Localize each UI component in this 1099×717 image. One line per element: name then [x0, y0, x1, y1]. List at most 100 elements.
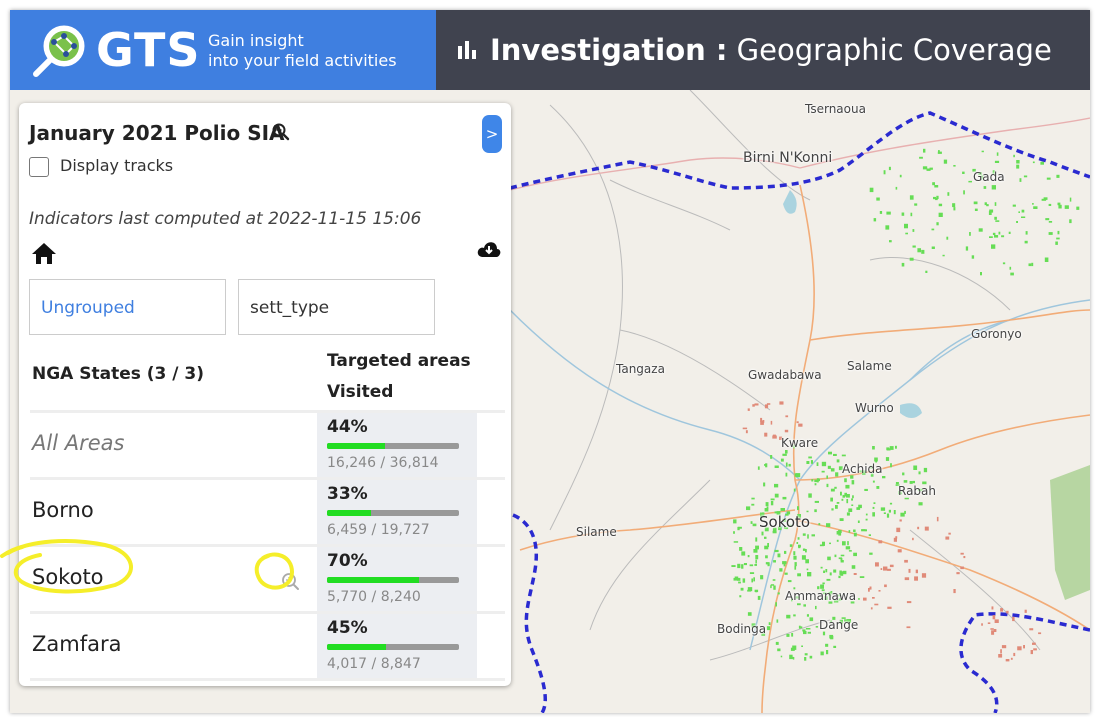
map-label-sokoto: Sokoto	[759, 513, 811, 531]
column-header-states[interactable]: NGA States (3 / 3)	[32, 364, 204, 384]
settlement-dot	[886, 513, 890, 518]
settlement-dot	[848, 550, 852, 552]
settlement-dot	[923, 467, 928, 473]
grouping-option-ungrouped[interactable]: Ungrouped	[29, 279, 226, 335]
settlement-dot	[808, 456, 812, 459]
settlement-dot	[802, 548, 806, 551]
settlement-dot	[746, 506, 751, 511]
settlement-dot	[845, 494, 850, 498]
settlement-dot	[932, 182, 935, 186]
settlement-dot	[875, 562, 879, 567]
settlement-dot	[1008, 231, 1011, 234]
table-row-sokoto[interactable]: Sokoto 70% 5,770 / 8,240	[30, 547, 505, 614]
settlement-dot	[962, 171, 965, 174]
settlement-dot	[806, 510, 809, 513]
settlement-dot	[906, 601, 912, 604]
grouping-option-sett-type[interactable]: sett_type	[238, 279, 435, 335]
settlement-dot	[1001, 645, 1007, 649]
settlement-dot	[798, 625, 801, 629]
settlement-dot	[1010, 272, 1014, 276]
settlement-dot	[901, 212, 905, 216]
settlement-dot	[888, 166, 891, 171]
settlement-dot	[773, 585, 776, 590]
settlement-dot	[774, 549, 779, 553]
settlement-dot	[760, 575, 764, 580]
coverage-count: 6,459 / 19,727	[327, 522, 430, 538]
settlement-dot	[763, 482, 766, 487]
settlement-dot	[989, 209, 994, 213]
settlement-dot	[822, 582, 825, 585]
settlement-dot	[945, 536, 950, 540]
settlement-dot	[826, 523, 831, 527]
settlement-dot	[883, 512, 886, 514]
settlement-dot	[895, 186, 898, 190]
settlement-dot	[886, 211, 891, 215]
settlement-dot	[876, 486, 880, 489]
settlement-dot	[777, 592, 780, 595]
settlement-dot	[777, 648, 781, 652]
column-header-line-1: Targeted areas	[327, 351, 471, 371]
tagline-line-2: into your field activities	[208, 51, 397, 70]
settlement-dot	[793, 614, 796, 617]
table-row-borno[interactable]: Borno 33% 6,459 / 19,727	[30, 480, 505, 547]
map-label-dange: Dange	[819, 618, 859, 632]
settlement-dot	[914, 576, 918, 581]
cloud-download-icon[interactable]	[477, 239, 501, 259]
coverage-percent: 45%	[327, 618, 368, 638]
settlement-dot	[846, 512, 850, 516]
settlement-dot	[904, 559, 908, 563]
zoom-in-icon[interactable]	[272, 123, 290, 141]
settlement-dot	[734, 576, 739, 579]
settlement-dot	[803, 631, 807, 635]
settlement-dot	[814, 509, 817, 513]
table-row-all-areas[interactable]: All Areas 44% 16,246 / 36,814	[30, 413, 505, 480]
settlement-dot	[983, 186, 987, 189]
settlement-dot	[953, 165, 956, 167]
settlement-dot	[841, 498, 844, 501]
settlement-dot	[820, 651, 824, 656]
settlement-dot	[810, 460, 813, 464]
coverage-bar-fill	[327, 443, 386, 449]
settlement-dot	[1023, 645, 1025, 649]
settlement-dot	[1005, 659, 1010, 662]
magnifier-globe-logo	[33, 25, 85, 77]
settlement-dot	[1013, 154, 1015, 158]
settlement-dot	[994, 202, 997, 206]
settlement-dot	[755, 590, 758, 593]
settlement-dot	[790, 656, 794, 659]
page-title: Investigation : Geographic Coverage	[490, 30, 1052, 70]
coverage-percent: 33%	[327, 484, 368, 504]
settlement-dot	[884, 584, 887, 588]
display-tracks-checkbox[interactable]	[29, 157, 49, 177]
settlement-dot	[731, 565, 736, 567]
settlement-dot	[887, 568, 891, 571]
collapse-panel-button[interactable]: >	[482, 115, 502, 153]
settlement-dot	[904, 577, 910, 581]
settlement-dot	[751, 497, 755, 500]
settlement-dot	[807, 534, 809, 539]
home-icon[interactable]	[31, 241, 57, 265]
settlement-dot	[990, 628, 994, 630]
table-row-zamfara[interactable]: Zamfara 45% 4,017 / 8,847	[30, 614, 505, 681]
settlement-dot	[767, 563, 770, 567]
settlement-dot	[780, 458, 784, 462]
settlement-dot	[904, 497, 909, 500]
indicators-computed-time: Indicators last computed at 2022-11-15 1…	[29, 209, 422, 229]
settlement-dot	[806, 461, 810, 464]
survey-title: January 2021 Polio SIA	[29, 121, 285, 145]
settlement-dot	[1057, 202, 1061, 206]
settlement-dot	[956, 572, 960, 575]
settlement-dot	[1010, 657, 1013, 660]
coverage-bar	[327, 577, 459, 583]
zoom-in-icon[interactable]	[280, 571, 300, 591]
settlement-dot	[936, 222, 939, 226]
settlement-dot	[788, 463, 791, 467]
settlement-dot	[896, 527, 901, 533]
column-header-targeted-areas[interactable]: Targeted areas Visited	[327, 346, 471, 408]
settlement-dot	[779, 568, 783, 572]
settlement-dot	[1002, 262, 1006, 265]
settlement-dot	[782, 496, 787, 500]
settlement-dot	[797, 506, 799, 511]
settlement-dot	[935, 197, 938, 201]
settlement-dot	[807, 572, 812, 577]
